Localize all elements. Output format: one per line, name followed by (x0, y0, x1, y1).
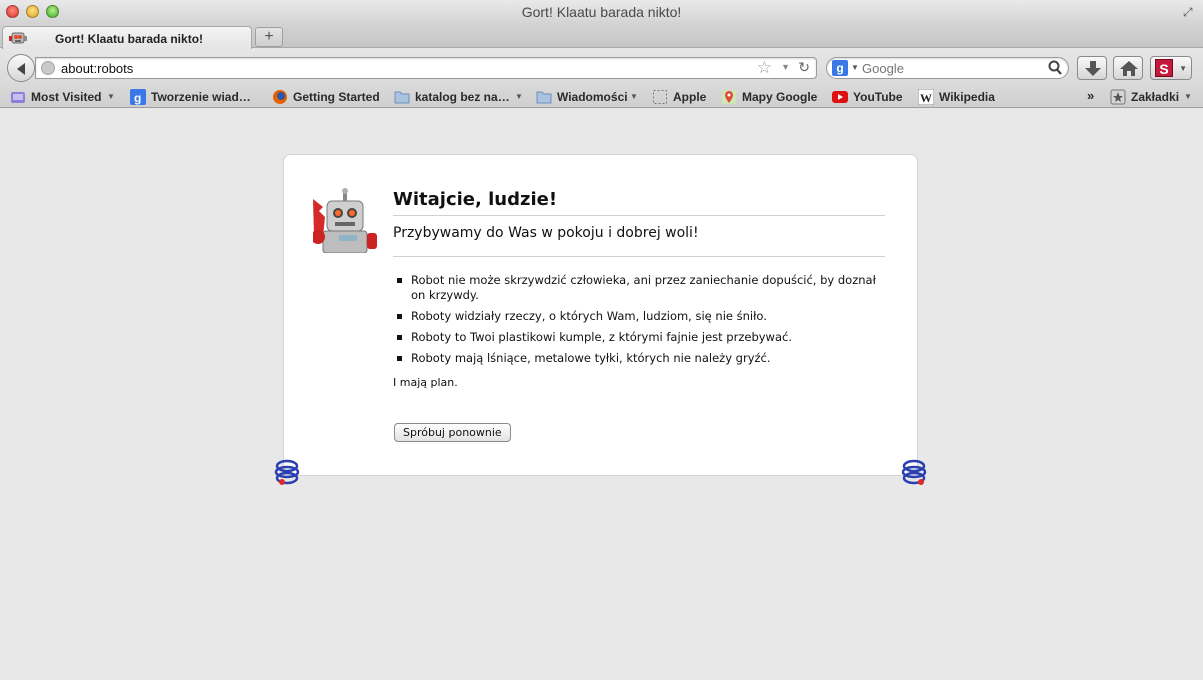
search-icon[interactable] (1048, 60, 1062, 76)
bookmark-label: Getting Started (293, 90, 380, 104)
wikipedia-icon: W (918, 89, 934, 105)
bookmark-wiadomosci[interactable]: Wiadomości ▼ (536, 89, 641, 105)
chevron-down-icon: ▼ (515, 92, 523, 101)
bookmarks-overflow-chevron-icon[interactable]: » (1087, 88, 1101, 104)
bookmarks-menu-label: Zakładki (1131, 90, 1180, 104)
bookmark-label: YouTube (853, 90, 903, 104)
tab-active[interactable]: Gort! Klaatu barada nikto! (2, 26, 252, 49)
list-item: Roboty mają lśniące, metalowe tyłki, któ… (393, 351, 885, 366)
tab-strip: Gort! Klaatu barada nikto! + (0, 24, 1203, 49)
spring-icon (901, 459, 927, 485)
chevron-down-icon: ▼ (1184, 92, 1192, 101)
history-dropdown-icon[interactable]: ▼ (781, 62, 790, 72)
page-content: Witajcie, ludzie! Przybywamy do Was w po… (0, 109, 1203, 680)
site-identity-icon[interactable] (41, 61, 55, 75)
url-bar[interactable]: about:robots ☆ ▼ ↻ (35, 57, 817, 79)
most-visited-icon (11, 92, 25, 103)
window-titlebar: Gort! Klaatu barada nikto! ⤢ (0, 0, 1203, 24)
bookmarks-menu-button[interactable]: Zakładki ▼ (1110, 89, 1198, 105)
bookmark-most-visited[interactable]: Most Visited ▼ (10, 89, 118, 105)
reload-icon[interactable]: ↻ (798, 59, 810, 76)
robot-laws-list: Robot nie może skrzywdzić człowieka, ani… (393, 273, 885, 372)
back-button[interactable] (7, 54, 35, 82)
list-item: Roboty to Twoi plastikowi kumple, z któr… (393, 330, 885, 345)
bookmarks-toolbar: Most Visited ▼ g Tworzenie wiad… Getting… (0, 86, 1203, 108)
bookmark-star-icon[interactable]: ☆ (757, 58, 772, 78)
bookmarks-star-icon (1110, 89, 1126, 105)
bookmark-mapy-google[interactable]: Mapy Google (721, 89, 819, 105)
chevron-down-icon: ▼ (630, 92, 638, 101)
folder-icon (536, 91, 552, 104)
folder-icon (394, 91, 410, 104)
list-item: Roboty widziały rzeczy, o których Wam, l… (393, 309, 885, 324)
addon-s-icon: S (1155, 59, 1173, 77)
url-text[interactable]: about:robots (61, 61, 133, 76)
chevron-down-icon: ▼ (107, 92, 115, 101)
bookmark-tworzenie[interactable]: g Tworzenie wiad… (130, 89, 255, 105)
youtube-icon (832, 91, 848, 103)
svg-text:W: W (920, 91, 932, 105)
navigation-toolbar: about:robots ☆ ▼ ↻ g ▼ S ▼ (0, 49, 1203, 86)
maps-icon (722, 90, 736, 104)
robot-favicon-icon (9, 32, 27, 44)
bookmark-youtube[interactable]: YouTube (832, 89, 908, 105)
spring-icon (274, 459, 300, 485)
firefox-icon (273, 90, 287, 104)
google-engine-icon[interactable]: g (832, 60, 848, 76)
bookmark-katalog[interactable]: katalog bez na… ▼ (394, 89, 524, 105)
bookmark-label: Wikipedia (939, 90, 995, 104)
downloads-button[interactable] (1077, 56, 1107, 80)
page-subtitle: Przybywamy do Was w pokoju i dobrej woli… (393, 225, 885, 257)
apple-icon (653, 90, 667, 104)
bookmark-label: katalog bez na… (415, 90, 510, 104)
page-title: Witajcie, ludzie! (393, 189, 885, 216)
try-again-button[interactable]: Spróbuj ponownie (394, 423, 511, 442)
bookmark-wikipedia[interactable]: W Wikipedia (918, 89, 1000, 105)
home-icon (1120, 61, 1138, 76)
robot-image (313, 188, 377, 253)
home-button[interactable] (1113, 56, 1143, 80)
bookmark-apple[interactable]: Apple (652, 89, 710, 105)
engine-dropdown-icon[interactable]: ▼ (851, 63, 859, 72)
svg-text:g: g (134, 91, 141, 105)
search-bar[interactable]: g ▼ (826, 57, 1069, 79)
robots-card: Witajcie, ludzie! Przybywamy do Was w po… (283, 154, 918, 476)
bookmark-label: Most Visited (31, 90, 102, 104)
google-icon: g (130, 89, 146, 105)
bookmark-getting-started[interactable]: Getting Started (272, 89, 382, 105)
tab-label: Gort! Klaatu barada nikto! (55, 32, 204, 46)
addon-dropdown-icon[interactable]: ▼ (1179, 64, 1187, 73)
bookmark-label: Mapy Google (742, 90, 818, 104)
plan-text: I mają plan. (393, 376, 458, 389)
fullscreen-icon[interactable]: ⤢ (1183, 5, 1197, 19)
list-item: Robot nie może skrzywdzić człowieka, ani… (393, 273, 885, 303)
addon-button[interactable]: S ▼ (1150, 56, 1192, 80)
search-input[interactable] (862, 60, 1042, 76)
window-title: Gort! Klaatu barada nikto! (521, 4, 682, 20)
bookmark-label: Apple (673, 90, 707, 104)
back-arrow-icon (17, 63, 25, 75)
bookmark-label: Tworzenie wiad… (151, 90, 251, 104)
download-arrow-icon (1085, 61, 1101, 76)
new-tab-button[interactable]: + (255, 27, 283, 47)
bookmark-label: Wiadomości (557, 90, 628, 104)
